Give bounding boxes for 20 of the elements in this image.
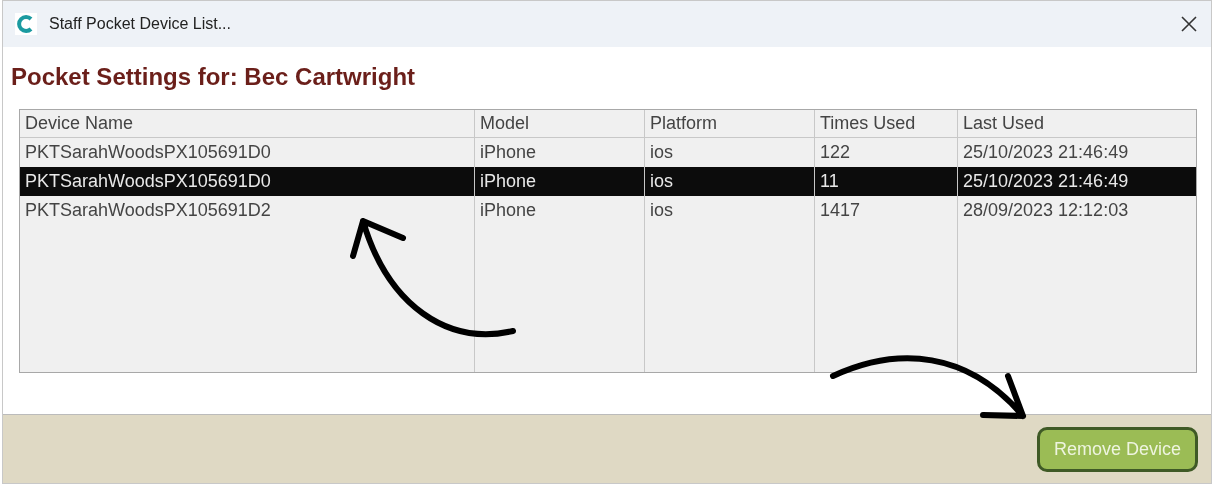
window-title: Staff Pocket Device List... bbox=[49, 15, 232, 33]
table-cell: PKTSarahWoodsPX105691D0 bbox=[20, 167, 475, 196]
column-header[interactable]: Platform bbox=[645, 110, 815, 138]
column-header[interactable]: Model bbox=[475, 110, 645, 138]
app-logo-icon bbox=[15, 13, 37, 35]
table-cell: 1417 bbox=[815, 196, 958, 225]
column-header[interactable]: Device Name bbox=[20, 110, 475, 138]
table-cell-text: 28/09/2023 12:12:03 bbox=[962, 199, 1130, 222]
column-header[interactable]: Last Used bbox=[958, 110, 1196, 138]
column-header[interactable]: Times Used bbox=[815, 110, 958, 138]
table-cell: ios bbox=[645, 196, 815, 225]
heading: Pocket Settings for: Bec Cartwright bbox=[11, 63, 417, 91]
table-cell: 11 bbox=[815, 167, 958, 196]
table-cell: PKTSarahWoodsPX105691D2 bbox=[20, 196, 475, 225]
close-button[interactable] bbox=[1179, 14, 1199, 34]
table-cell-text: 25/10/2023 21:46:49 bbox=[962, 141, 1130, 164]
table-cell: 25/10/2023 21:46:49 bbox=[958, 167, 1196, 196]
table-cell: ios bbox=[645, 167, 815, 196]
table-cell: iPhone bbox=[475, 196, 645, 225]
table-cell: iPhone bbox=[475, 167, 645, 196]
